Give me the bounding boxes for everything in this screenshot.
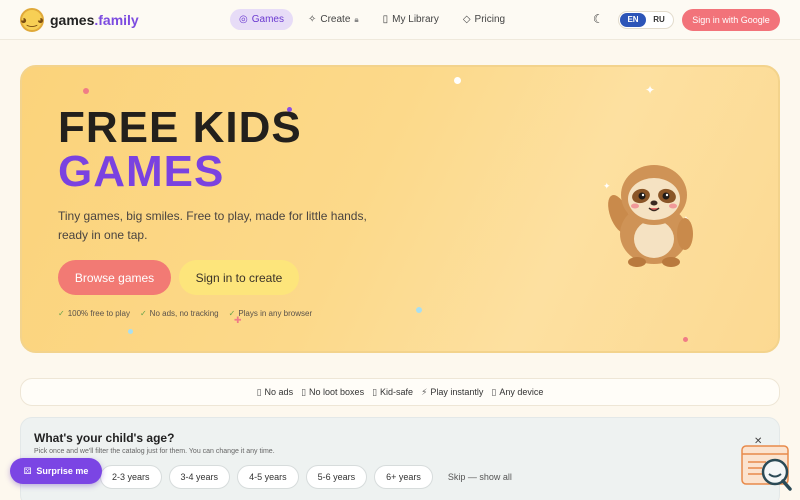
book-icon: ▯ <box>382 14 389 25</box>
no-loot-icon: ▯ <box>301 386 307 397</box>
no-ads-icon: ▯ <box>256 386 262 397</box>
logo-text: games.family <box>50 12 139 28</box>
feature-no-loot-boxes: ▯ No loot boxes <box>301 386 365 397</box>
check-icon: ✓ <box>228 309 236 318</box>
shield-icon: ▯ <box>372 386 378 397</box>
sloth-face-icon: ◕‿◕ <box>20 8 44 32</box>
check-item: ✓ 100% free to play <box>58 309 130 318</box>
bolt-icon: ⚡︎ <box>421 386 428 397</box>
sloth-mascot-image: ✦ ✦ <box>603 165 693 267</box>
browse-games-button[interactable]: Browse games <box>58 260 171 295</box>
hero-checklist: ✓ 100% free to play ✓ No ads, no tracking … <box>58 309 312 318</box>
skip-show-all-link[interactable]: Skip — show all <box>448 472 512 482</box>
nav-my-library[interactable]: ▯ My Library <box>374 9 448 30</box>
check-item: ✓ Plays in any browser <box>228 309 313 318</box>
decor-dot <box>454 77 461 84</box>
dice-icon: ⚄ <box>23 465 32 476</box>
site-logo[interactable]: ◕‿◕ games.family <box>20 8 139 32</box>
nav-create[interactable]: ✧ Create 🔒︎ <box>299 9 368 30</box>
feature-kid-safe: ▯ Kid-safe <box>372 386 414 397</box>
lang-en-button[interactable]: EN <box>620 13 646 27</box>
top-bar: ◕‿◕ games.family ◎ Games ✧ Create 🔒︎ ▯ M… <box>0 0 800 40</box>
features-strip: ▯ No ads ▯ No loot boxes ▯ Kid-safe ⚡︎ Play … <box>20 378 780 406</box>
sparkle-icon: ✦ <box>645 83 656 97</box>
diamond-icon: ◇ <box>462 14 471 25</box>
sparkle-icon: ✧ <box>307 14 317 25</box>
age-option-3-4[interactable]: 3-4 years <box>168 465 231 489</box>
age-selector-panel: What's your child's age? Pick once and w… <box>20 417 780 500</box>
age-option-2-3[interactable]: 2-3 years <box>100 465 162 489</box>
language-toggle: EN RU <box>618 11 674 29</box>
age-options: 2-3 years 3-4 years 4-5 years 5-6 years … <box>100 465 512 489</box>
lang-ru-button[interactable]: RU <box>646 13 672 27</box>
feature-play-instantly: ⚡︎ Play instantly <box>421 386 484 397</box>
age-panel-subtitle: Pick once and we'll filter the catalog j… <box>34 448 275 455</box>
main-nav: ◎ Games ✧ Create 🔒︎ ▯ My Library ◇ Prici… <box>230 9 514 30</box>
age-panel-title: What's your child's age? <box>34 431 175 445</box>
nav-pricing[interactable]: ◇ Pricing <box>454 9 514 30</box>
hero-title-line2: GAMES <box>58 147 225 196</box>
age-option-5-6[interactable]: 5-6 years <box>305 465 368 489</box>
sign-in-to-create-button[interactable]: Sign in to create <box>179 260 299 295</box>
svg-text:✦: ✦ <box>603 181 611 191</box>
age-option-4-5[interactable]: 4-5 years <box>237 465 299 489</box>
nav-pricing-label: Pricing <box>474 14 506 25</box>
feature-any-device: ▯ Any device <box>491 386 544 397</box>
decor-dot <box>128 329 133 334</box>
age-option-6-plus[interactable]: 6+ years <box>374 465 433 489</box>
device-icon: ▯ <box>491 386 497 397</box>
hero-title-line1: FREE KIDS <box>58 103 302 152</box>
compass-icon: ◎ <box>239 14 248 25</box>
feature-no-ads: ▯ No ads <box>256 386 294 397</box>
surprise-me-label: Surprise me <box>36 466 89 476</box>
hero-subtitle: Tiny games, big smiles. Free to play, ma… <box>58 209 367 242</box>
check-icon: ✓ <box>139 309 147 318</box>
feedback-widget-icon[interactable] <box>740 445 792 495</box>
decor-dot <box>83 88 89 94</box>
google-signin-button[interactable]: Sign in with Google <box>682 9 780 31</box>
nav-games-label: Games <box>251 14 284 25</box>
lock-icon: 🔒︎ <box>354 14 359 24</box>
check-icon: ✓ <box>58 309 65 318</box>
nav-create-label: Create <box>320 14 351 25</box>
check-item: ✓ No ads, no tracking <box>139 309 219 318</box>
decor-dot <box>416 307 422 313</box>
nav-my-library-label: My Library <box>392 14 439 25</box>
surprise-me-button[interactable]: ⚄ Surprise me <box>10 458 102 484</box>
decor-dot <box>683 337 688 342</box>
moon-icon[interactable]: ☾ <box>593 12 604 26</box>
nav-games[interactable]: ◎ Games <box>230 9 293 30</box>
hero-banner: ✦ ✚ FREE KIDS GAMES Tiny games, big smil… <box>20 65 780 353</box>
